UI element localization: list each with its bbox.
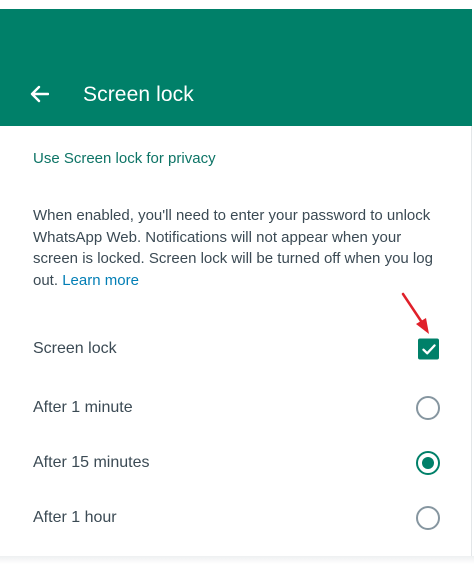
top-strip	[0, 0, 474, 9]
timeout-option-15-minutes[interactable]: After 15 minutes	[0, 438, 472, 488]
timeout-option-label: After 15 minutes	[33, 454, 150, 471]
screen-lock-label: Screen lock	[33, 340, 117, 357]
screen-lock-checkbox[interactable]	[418, 338, 439, 360]
radio-dot	[422, 457, 434, 469]
screen-lock-row[interactable]: Screen lock	[0, 324, 472, 374]
section-title: Use Screen lock for privacy	[33, 150, 216, 167]
learn-more-link[interactable]: Learn more	[62, 272, 139, 289]
checkmark-icon	[421, 343, 436, 354]
timeout-option-1-minute[interactable]: After 1 minute	[0, 383, 472, 433]
radio-button[interactable]	[416, 396, 440, 420]
page-title: Screen lock	[83, 83, 194, 106]
timeout-option-1-hour[interactable]: After 1 hour	[0, 493, 472, 543]
radio-button[interactable]	[416, 506, 440, 530]
timeout-option-label: After 1 hour	[33, 509, 117, 526]
screen-lock-settings-page: Screen lock Use Screen lock for privacy …	[0, 0, 474, 564]
timeout-option-label: After 1 minute	[33, 399, 133, 416]
arrow-left-icon	[30, 85, 49, 103]
back-button[interactable]	[22, 72, 56, 116]
bottom-shadow	[0, 556, 474, 564]
header-bar: Screen lock	[0, 9, 472, 126]
screen-lock-description: When enabled, you'll need to enter your …	[33, 205, 433, 291]
radio-button-selected[interactable]	[416, 451, 440, 475]
